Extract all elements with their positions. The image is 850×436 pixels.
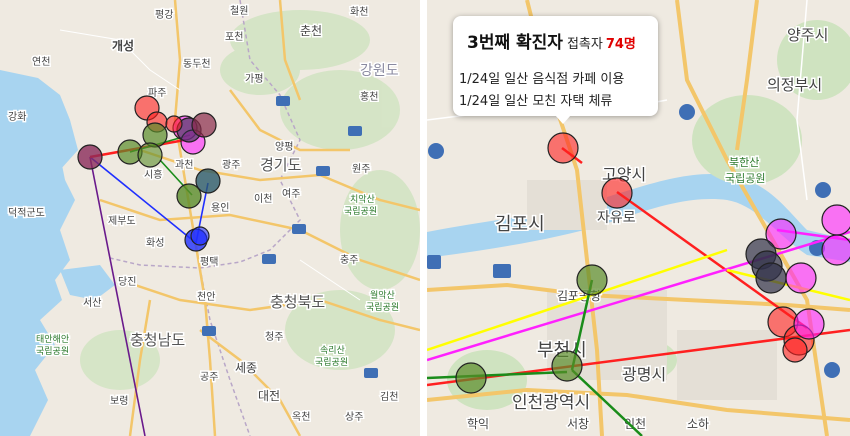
tooltip-contacts-count: 74명 <box>605 37 636 52</box>
svg-text:가평: 가평 <box>245 73 263 85</box>
svg-text:원주: 원주 <box>352 163 370 175</box>
case-marker[interactable] <box>190 226 210 246</box>
svg-text:자유로: 자유로 <box>597 210 636 226</box>
svg-text:공주: 공주 <box>200 371 218 383</box>
svg-text:용인: 용인 <box>211 202 229 214</box>
case-marker-selected[interactable] <box>547 132 579 164</box>
svg-text:대전: 대전 <box>258 389 280 403</box>
tooltip-event: 1/24일 일산 음식점 카페 이용 <box>459 72 625 87</box>
svg-text:국립공원: 국립공원 <box>366 302 399 313</box>
svg-text:김포시: 김포시 <box>495 214 545 235</box>
svg-text:서창: 서창 <box>567 417 589 431</box>
svg-text:양평: 양평 <box>275 141 293 153</box>
svg-text:광명시: 광명시 <box>622 365 666 384</box>
svg-text:국립공원: 국립공원 <box>725 172 765 185</box>
svg-text:철원: 철원 <box>230 5 248 17</box>
svg-text:북한산: 북한산 <box>729 156 759 169</box>
svg-text:시흥: 시흥 <box>144 168 162 181</box>
svg-text:세종: 세종 <box>235 361 257 375</box>
case-marker[interactable] <box>455 362 487 394</box>
svg-text:김천: 김천 <box>380 391 398 403</box>
svg-text:홍천: 홍천 <box>360 90 378 103</box>
svg-text:치악산: 치악산 <box>350 193 375 205</box>
left-map[interactable]: 평강 철원 화천 개성 연천 동두천 포천 춘천 강원도 파주 가평 홍천 과천… <box>0 0 420 436</box>
svg-text:화성: 화성 <box>146 237 164 249</box>
svg-text:충청남도: 충청남도 <box>130 331 185 349</box>
svg-text:옥천: 옥천 <box>292 411 310 423</box>
case-marker[interactable] <box>782 337 808 363</box>
svg-text:광주: 광주 <box>222 159 240 171</box>
case-marker[interactable] <box>755 262 787 294</box>
svg-text:포천: 포천 <box>225 31 243 43</box>
svg-text:평택: 평택 <box>200 256 218 268</box>
svg-text:강화: 강화 <box>8 111 26 123</box>
svg-text:천안: 천안 <box>197 291 215 303</box>
case-marker[interactable] <box>191 112 217 138</box>
svg-text:당진: 당진 <box>118 276 136 288</box>
case-marker[interactable] <box>821 234 850 266</box>
case-marker[interactable] <box>793 308 825 340</box>
case-tooltip: 3번째 확진자 접촉자 74명 1/24일 일산 음식점 카페 이용 1/24일 일… <box>453 16 658 124</box>
svg-text:속리산: 속리산 <box>320 345 345 356</box>
case-marker[interactable] <box>137 142 163 168</box>
svg-text:과천: 과천 <box>175 159 193 171</box>
svg-text:소하: 소하 <box>687 417 709 431</box>
svg-text:월악산: 월악산 <box>370 289 395 301</box>
svg-text:의정부시: 의정부시 <box>767 76 822 94</box>
case-marker[interactable] <box>601 177 633 209</box>
svg-text:보령: 보령 <box>110 395 128 407</box>
svg-text:이천: 이천 <box>254 193 272 205</box>
svg-text:인천광역시: 인천광역시 <box>512 393 590 413</box>
svg-text:춘천: 춘천 <box>300 23 322 38</box>
svg-text:서산: 서산 <box>83 297 101 309</box>
svg-text:화천: 화천 <box>350 6 368 18</box>
svg-text:충주: 충주 <box>340 254 358 266</box>
svg-text:국립공원: 국립공원 <box>315 357 348 368</box>
label-pyeonggang: 평강 <box>155 9 173 21</box>
svg-text:여주: 여주 <box>282 188 300 200</box>
case-marker[interactable] <box>551 350 583 382</box>
svg-text:경기도: 경기도 <box>260 156 302 174</box>
svg-text:개성: 개성 <box>112 39 134 53</box>
svg-text:국립공원: 국립공원 <box>36 346 69 357</box>
svg-text:강원도: 강원도 <box>360 63 399 79</box>
tooltip-contacts-label: 접촉자 <box>566 37 603 52</box>
case-marker[interactable] <box>821 204 850 236</box>
svg-text:상주: 상주 <box>345 411 363 423</box>
svg-text:연천: 연천 <box>32 56 50 68</box>
tooltip-event: 1/24일 일산 모친 자택 체류 <box>459 94 613 109</box>
svg-text:양주시: 양주시 <box>787 26 828 44</box>
svg-text:국립공원: 국립공원 <box>344 206 377 217</box>
tooltip-title: 3번째 확진자 <box>467 33 563 53</box>
case-marker[interactable] <box>576 264 608 296</box>
svg-text:동두천: 동두천 <box>183 58 211 70</box>
case-marker[interactable] <box>165 115 183 133</box>
svg-text:덕적군도: 덕적군도 <box>8 207 45 219</box>
svg-text:태안해안: 태안해안 <box>36 334 69 345</box>
case-marker[interactable] <box>785 262 817 294</box>
svg-text:청주: 청주 <box>265 331 283 343</box>
case-marker[interactable] <box>77 144 103 170</box>
svg-text:제부도: 제부도 <box>108 215 136 227</box>
case-marker[interactable] <box>176 183 202 209</box>
svg-text:학익: 학익 <box>467 417 489 431</box>
svg-text:충청북도: 충청북도 <box>270 293 325 311</box>
